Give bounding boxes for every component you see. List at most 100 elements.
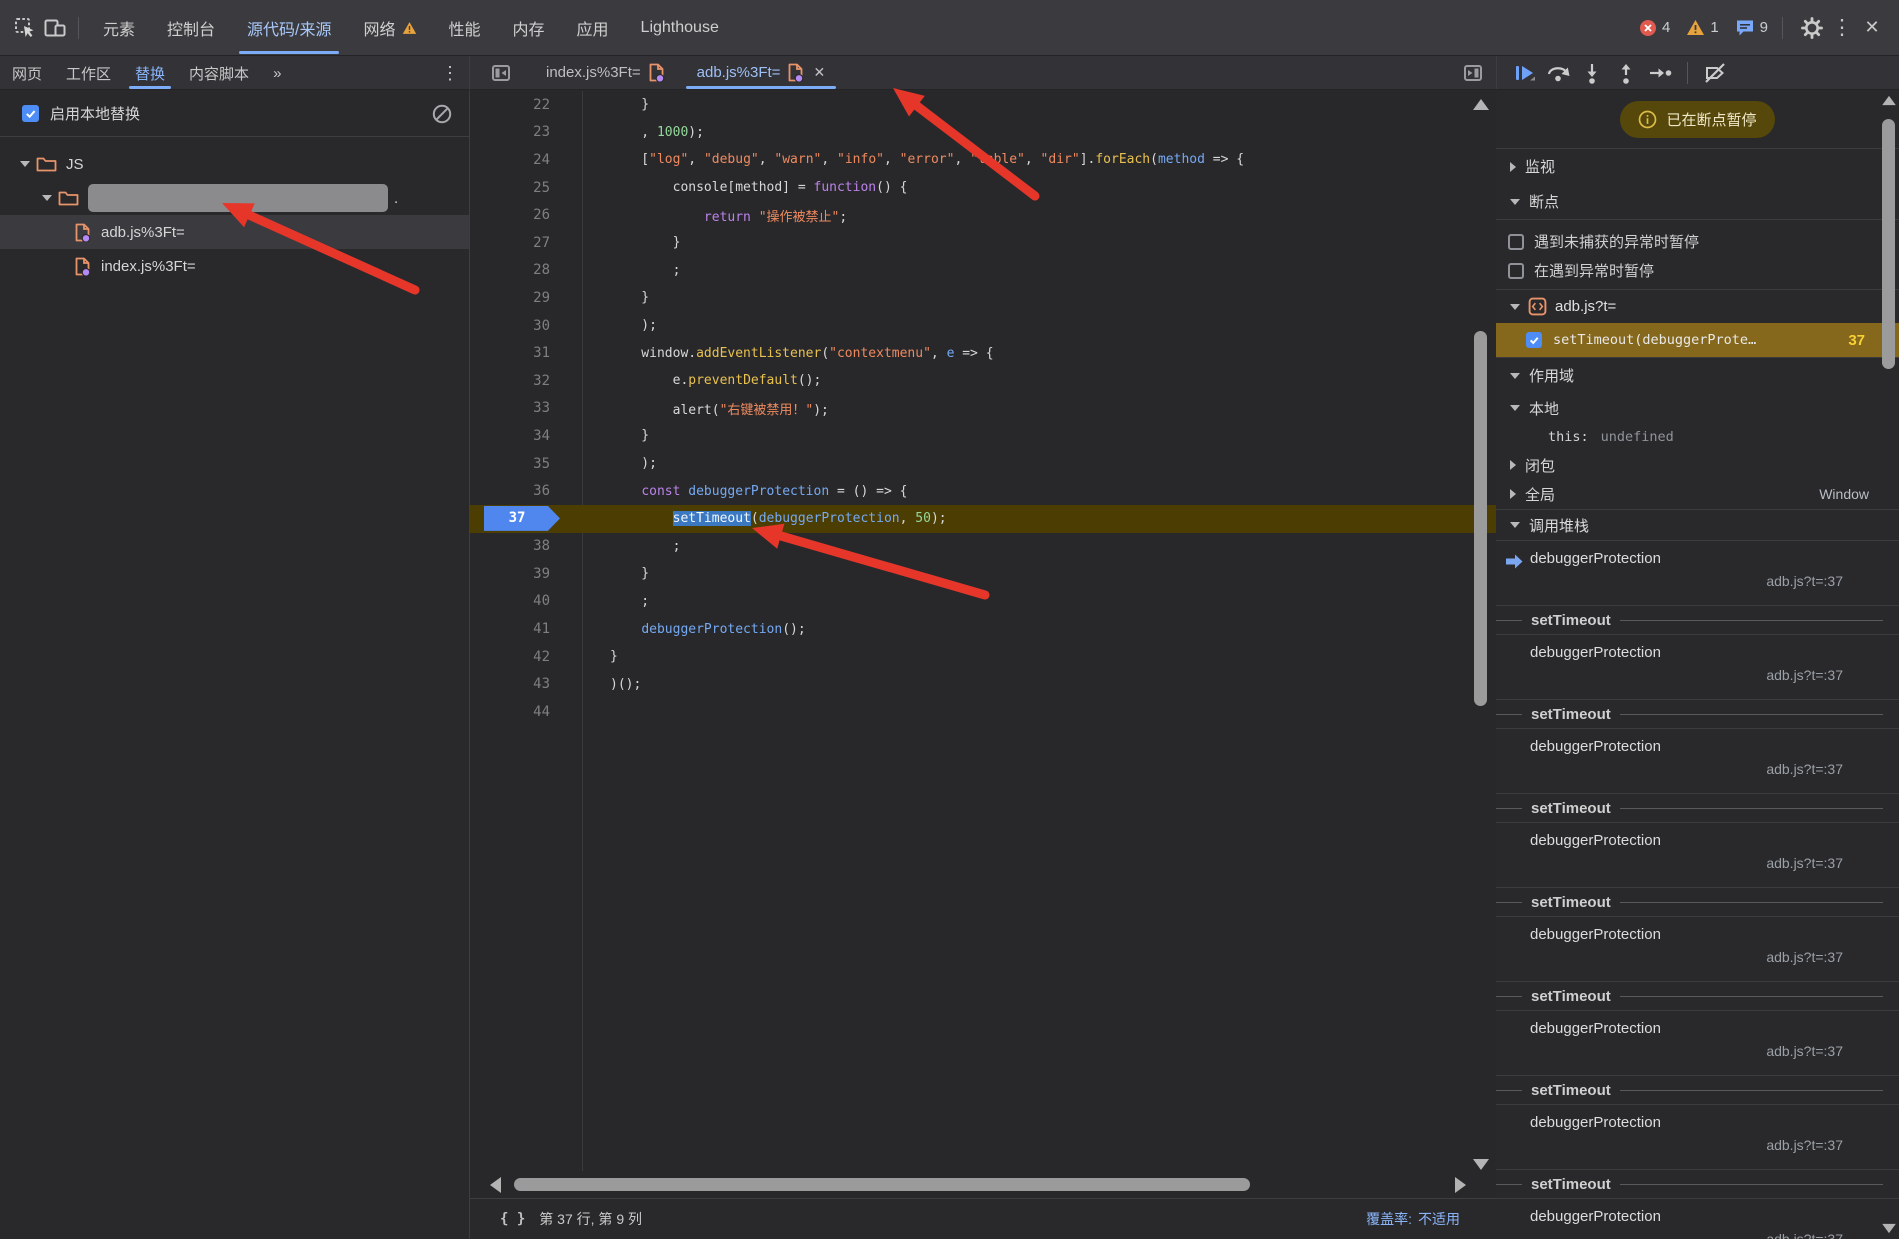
scroll-right-icon[interactable] — [1455, 1177, 1466, 1193]
line-number[interactable]: 36 — [470, 483, 582, 499]
code-text[interactable]: debuggerProtection(); — [582, 622, 806, 637]
settings-gear-icon[interactable] — [1797, 13, 1827, 43]
main-tab-应用[interactable]: 应用 — [561, 0, 625, 56]
stack-frame[interactable]: debuggerProtectionadb.js?t=:37 — [1496, 729, 1899, 793]
enable-overrides-checkbox[interactable] — [22, 105, 39, 122]
code-text[interactable]: alert("右键被禁用！"); — [582, 399, 829, 418]
scope-closure-row[interactable]: 闭包 — [1496, 451, 1899, 479]
line-number[interactable]: 42 — [470, 649, 582, 665]
scroll-left-icon[interactable] — [490, 1177, 501, 1193]
line-number[interactable]: 30 — [470, 318, 582, 334]
main-tab-Lighthouse[interactable]: Lighthouse — [625, 0, 735, 56]
code-line-33[interactable]: 33 alert("右键被禁用！"); — [470, 395, 1496, 423]
code-line-27[interactable]: 27 } — [470, 229, 1496, 257]
line-number[interactable]: 32 — [470, 373, 582, 389]
sources-tab-替换[interactable]: 替换 — [123, 56, 177, 90]
code-text[interactable]: } — [582, 235, 680, 250]
close-tab-icon[interactable]: ✕ — [813, 64, 825, 81]
inspect-element-icon[interactable] — [10, 13, 40, 43]
scroll-down-icon[interactable] — [1473, 1159, 1489, 1170]
code-line-26[interactable]: 26 return "操作被禁止"; — [470, 201, 1496, 229]
line-number[interactable]: 40 — [470, 593, 582, 609]
scope-this-row[interactable]: this: undefined — [1496, 423, 1899, 451]
breakpoint-entry[interactable]: setTimeout(debuggerProte… 37 — [1496, 323, 1899, 357]
stack-frame[interactable]: debuggerProtectionadb.js?t=:37 — [1496, 917, 1899, 981]
frame-location[interactable]: adb.js?t=:37 — [1766, 1137, 1843, 1153]
code-text[interactable]: ); — [582, 318, 657, 333]
pretty-print-icon[interactable]: { } — [500, 1211, 525, 1227]
main-tab-网络[interactable]: 网络 — [347, 0, 432, 56]
pause-uncaught-checkbox[interactable] — [1508, 234, 1524, 250]
code-line-25[interactable]: 25 console[method] = function() { — [470, 174, 1496, 202]
sources-tab-工作区[interactable]: 工作区 — [54, 56, 123, 90]
line-number[interactable]: 33 — [470, 400, 582, 416]
code-text[interactable]: ; — [582, 263, 680, 278]
step-icon[interactable] — [1645, 58, 1675, 88]
code-text[interactable]: } — [582, 649, 618, 664]
deactivate-breakpoints-icon[interactable] — [1700, 58, 1730, 88]
code-line-44[interactable]: 44 — [470, 698, 1496, 726]
main-tab-控制台[interactable]: 控制台 — [151, 0, 231, 56]
section-watch[interactable]: 监视 — [1496, 148, 1899, 184]
code-text[interactable]: return "操作被禁止"; — [582, 206, 847, 225]
frame-location[interactable]: adb.js?t=:37 — [1766, 1231, 1843, 1239]
pause-caught-row[interactable]: 在遇到异常时暂停 — [1496, 256, 1899, 285]
sources-tab-»[interactable]: » — [261, 56, 293, 90]
step-over-icon[interactable] — [1543, 58, 1573, 88]
line-number[interactable]: 31 — [470, 345, 582, 361]
line-number[interactable]: 44 — [470, 704, 582, 720]
code-line-36[interactable]: 36 const debuggerProtection = () => { — [470, 477, 1496, 505]
frame-location[interactable]: adb.js?t=:37 — [1766, 573, 1843, 589]
close-devtools-icon[interactable]: ✕ — [1857, 13, 1887, 43]
device-toolbar-icon[interactable] — [40, 13, 70, 43]
scroll-up-icon[interactable] — [1882, 96, 1896, 105]
code-line-40[interactable]: 40 ; — [470, 588, 1496, 616]
code-line-28[interactable]: 28 ; — [470, 257, 1496, 285]
code-line-31[interactable]: 31 window.addEventListener("contextmenu"… — [470, 339, 1496, 367]
code-text[interactable]: } — [582, 290, 649, 305]
sidebar-scrollbar[interactable] — [1881, 91, 1897, 1239]
stack-frame[interactable]: debuggerProtectionadb.js?t=:37 — [1496, 635, 1899, 699]
code-line-24[interactable]: 24 ["log", "debug", "warn", "info", "err… — [470, 146, 1496, 174]
main-tab-源代码/来源[interactable]: 源代码/来源 — [231, 0, 347, 56]
code-text[interactable]: console[method] = function() { — [582, 180, 907, 195]
stack-frame[interactable]: debuggerProtectionadb.js?t=:37 — [1496, 823, 1899, 887]
warning-badge[interactable]: 1 — [1686, 19, 1718, 36]
line-number[interactable]: 24 — [470, 152, 582, 168]
editor-vertical-scrollbar[interactable] — [1470, 91, 1494, 1181]
tree-folder-redacted[interactable]: . — [0, 181, 469, 215]
frame-location[interactable]: adb.js?t=:37 — [1766, 855, 1843, 871]
code-line-34[interactable]: 34 } — [470, 422, 1496, 450]
line-number[interactable]: 38 — [470, 538, 582, 554]
sidebar-scroll-thumb[interactable] — [1882, 119, 1895, 369]
main-tab-内存[interactable]: 内存 — [497, 0, 561, 56]
code-text[interactable]: setTimeout(debuggerProtection, 50); — [582, 511, 947, 526]
code-line-35[interactable]: 35 ); — [470, 450, 1496, 478]
coverage-status[interactable]: 覆盖率: 不适用 — [1366, 1209, 1460, 1229]
pause-caught-checkbox[interactable] — [1508, 263, 1524, 279]
stack-frame[interactable]: debuggerProtectionadb.js?t=:37 — [1496, 1105, 1899, 1169]
code-text[interactable]: , 1000); — [582, 125, 704, 140]
code-text[interactable]: const debuggerProtection = () => { — [582, 484, 907, 499]
scroll-up-icon[interactable] — [1473, 99, 1489, 110]
line-number[interactable]: 23 — [470, 124, 582, 140]
line-number[interactable]: 34 — [470, 428, 582, 444]
code-text[interactable]: )(); — [582, 677, 641, 692]
more-options-icon[interactable]: ⋮ — [1827, 13, 1857, 43]
code-line-42[interactable]: 42} — [470, 643, 1496, 671]
scope-local-row[interactable]: 本地 — [1496, 393, 1899, 423]
main-tab-元素[interactable]: 元素 — [87, 0, 151, 56]
line-number[interactable]: 39 — [470, 566, 582, 582]
code-text[interactable]: } — [582, 428, 649, 443]
code-text[interactable]: ); — [582, 456, 657, 471]
hide-navigator-icon[interactable] — [486, 58, 516, 88]
code-line-29[interactable]: 29 } — [470, 284, 1496, 312]
section-scope[interactable]: 作用域 — [1496, 357, 1899, 393]
line-number[interactable]: 26 — [470, 207, 582, 223]
tree-file-adb.js%3Ft=[interactable]: adb.js%3Ft= — [0, 215, 469, 249]
frame-location[interactable]: adb.js?t=:37 — [1766, 761, 1843, 777]
code-text[interactable]: ["log", "debug", "warn", "info", "error"… — [582, 152, 1244, 167]
step-out-icon[interactable] — [1611, 58, 1641, 88]
coverage-value[interactable]: 不适用 — [1418, 1209, 1460, 1229]
error-badge[interactable]: 4 — [1639, 19, 1670, 37]
